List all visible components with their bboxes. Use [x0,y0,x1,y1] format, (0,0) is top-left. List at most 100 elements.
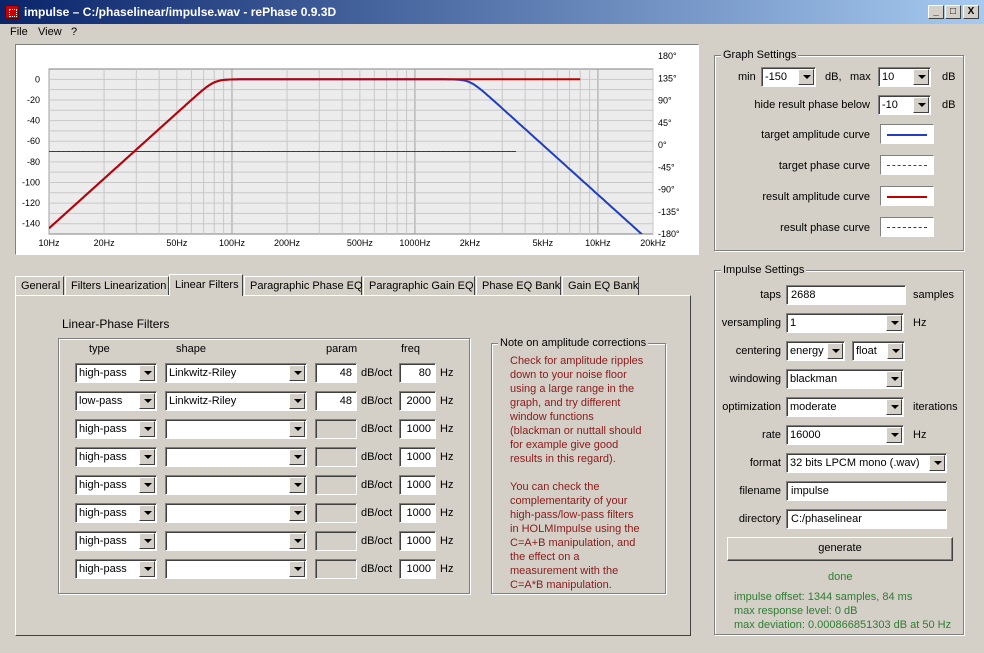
chevron-down-icon[interactable] [139,505,155,521]
chevron-down-icon[interactable] [798,69,814,85]
filter-type-select[interactable]: high-pass [75,475,157,495]
centering-select[interactable]: energy [786,341,845,361]
filter-freq-unit: Hz [440,507,454,519]
format-select[interactable]: 32 bits LPCM mono (.wav) [786,453,947,473]
filter-param-input[interactable]: 48 [315,391,357,411]
chevron-down-icon[interactable] [289,477,305,493]
menu-file[interactable]: File [10,26,28,38]
versampling-select[interactable]: 1 [786,313,904,333]
menu-view[interactable]: View [38,26,62,38]
chevron-down-icon[interactable] [289,421,305,437]
filter-type-select[interactable]: high-pass [75,503,157,523]
chevron-down-icon[interactable] [929,455,945,471]
centering-label: centering [735,345,781,357]
directory-input[interactable]: C:/phaselinear [786,509,947,529]
graph-settings-group: Graph Settings min -150 dB, max 10 dB hi… [714,49,964,251]
tab-phase-eq-bank[interactable]: Phase EQ Bank [476,276,561,296]
chevron-down-icon[interactable] [139,421,155,437]
filter-shape-select[interactable] [165,531,307,551]
windowing-select[interactable]: blackman [786,369,904,389]
filter-freq-input[interactable]: 2000 [399,391,436,411]
chevron-down-icon[interactable] [913,69,929,85]
filename-input[interactable]: impulse [786,481,947,501]
filter-param-input[interactable] [315,559,357,579]
menu-help[interactable]: ? [71,26,77,38]
tab-gain-eq-bank[interactable]: Gain EQ Bank [562,276,639,296]
filter-freq-input[interactable]: 1000 [399,531,436,551]
filter-type-select[interactable]: low-pass [75,391,157,411]
chevron-down-icon[interactable] [886,315,902,331]
versampling-label: versampling [721,317,781,329]
filter-type-select[interactable]: high-pass [75,531,157,551]
result-phase-swatch[interactable] [880,217,934,237]
tab-filters-linearization[interactable]: Filters Linearization [65,276,169,296]
filter-param-input[interactable]: 48 [315,363,357,383]
filter-type-select[interactable]: high-pass [75,419,157,439]
taps-input[interactable]: 2688 [786,285,906,305]
chevron-down-icon[interactable] [289,561,305,577]
filter-type-select[interactable]: high-pass [75,559,157,579]
close-button[interactable]: X [963,5,979,19]
tab-general[interactable]: General [15,276,64,296]
target-amplitude-swatch[interactable] [880,124,934,144]
chevron-down-icon[interactable] [289,365,305,381]
centering-mode-select[interactable]: float [852,341,905,361]
chevron-down-icon[interactable] [886,399,902,415]
chevron-down-icon[interactable] [139,449,155,465]
phase-tick-label: 45° [658,118,672,128]
filter-shape-select[interactable] [165,503,307,523]
filter-type-select[interactable]: high-pass [75,447,157,467]
filter-shape-select[interactable] [165,559,307,579]
target-phase-swatch[interactable] [880,155,934,175]
chevron-down-icon[interactable] [887,343,903,359]
chevron-down-icon[interactable] [827,343,843,359]
generate-button[interactable]: generate [727,537,953,561]
filter-freq-input[interactable]: 1000 [399,419,436,439]
chevron-down-icon[interactable] [139,561,155,577]
app-icon[interactable] [5,5,19,19]
filter-param-input[interactable] [315,531,357,551]
max-db-unit: dB [942,71,956,83]
tab-paragraphic-gain-eq[interactable]: Paragraphic Gain EQ [363,276,475,296]
rate-select[interactable]: 16000 [786,425,904,445]
filter-freq-input[interactable]: 1000 [399,447,436,467]
hide-phase-select[interactable]: -10 [878,95,931,115]
chevron-down-icon[interactable] [886,427,902,443]
filter-param-input[interactable] [315,419,357,439]
chevron-down-icon[interactable] [886,371,902,387]
filter-freq-input[interactable]: 1000 [399,475,436,495]
maximize-button[interactable]: □ [945,5,961,19]
note-line: high-pass/low-pass filters [510,509,634,521]
filter-freq-input[interactable]: 80 [399,363,436,383]
min-select[interactable]: -150 [761,67,816,87]
chevron-down-icon[interactable] [139,365,155,381]
chevron-down-icon[interactable] [139,477,155,493]
filter-param-input[interactable] [315,503,357,523]
max-select[interactable]: 10 [878,67,931,87]
chevron-down-icon[interactable] [139,393,155,409]
filter-param-unit: dB/oct [361,367,393,379]
filter-shape-select[interactable] [165,447,307,467]
filter-shape-select[interactable]: Linkwitz-Riley [165,363,307,383]
filter-freq-input[interactable]: 1000 [399,559,436,579]
x-tick-label: 2kHz [460,238,481,248]
minimize-button[interactable]: _ [928,5,944,19]
optimization-select[interactable]: moderate [786,397,904,417]
chevron-down-icon[interactable] [289,393,305,409]
filter-shape-select[interactable] [165,419,307,439]
chevron-down-icon[interactable] [289,533,305,549]
filter-shape-select[interactable]: Linkwitz-Riley [165,391,307,411]
filter-shape-select[interactable] [165,475,307,495]
filter-param-input[interactable] [315,447,357,467]
tab-paragraphic-phase-eq[interactable]: Paragraphic Phase EQ [244,276,363,296]
filter-param-input[interactable] [315,475,357,495]
filter-type-select[interactable]: high-pass [75,363,157,383]
chevron-down-icon[interactable] [139,533,155,549]
result-amplitude-swatch[interactable] [880,186,934,206]
linear-filters-group: type shape param freq high-pass Linkwitz-… [58,338,470,594]
chevron-down-icon[interactable] [913,97,929,113]
filter-freq-input[interactable]: 1000 [399,503,436,523]
tab-linear-filters[interactable]: Linear Filters [169,274,243,296]
chevron-down-icon[interactable] [289,449,305,465]
chevron-down-icon[interactable] [289,505,305,521]
